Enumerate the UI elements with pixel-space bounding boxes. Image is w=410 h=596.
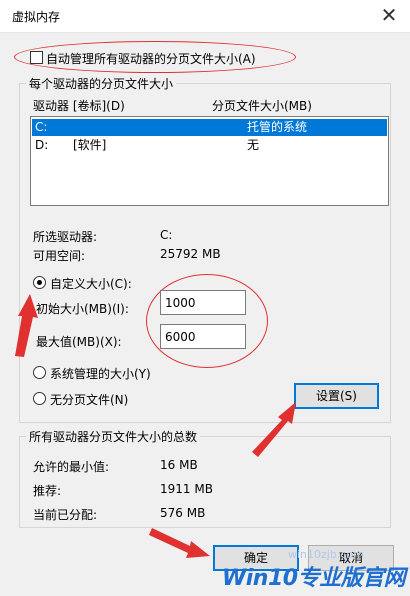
arrow-to-custom-size — [15, 294, 38, 357]
annotation-arrows — [15, 294, 296, 558]
watermark-logo: Win10专业版官网 — [222, 566, 406, 591]
arrow-to-set-button — [252, 402, 296, 457]
arrow-to-ok-button — [149, 528, 210, 558]
